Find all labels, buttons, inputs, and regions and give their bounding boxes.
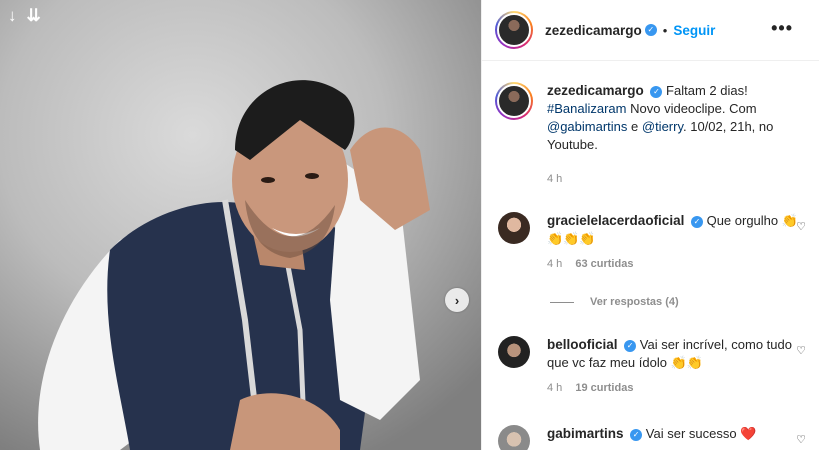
verified-badge-icon: ✓ — [650, 85, 663, 98]
commenter-avatar[interactable] — [498, 212, 530, 244]
caption-text: Faltam 2 dias! — [666, 83, 748, 98]
author-username[interactable]: zezedicamargo — [545, 23, 642, 38]
caption-avatar[interactable] — [495, 82, 533, 120]
comment-username[interactable]: gracielelacerdaoficial — [547, 213, 684, 228]
mention-link[interactable]: @tierry — [642, 119, 683, 134]
verified-badge-icon: ✓ — [630, 428, 643, 441]
post-image[interactable]: ↓ ⇊ › — [0, 0, 481, 450]
verified-badge-icon: ✓ — [644, 24, 657, 36]
caption-username[interactable]: zezedicamargo — [547, 83, 644, 98]
next-image-button[interactable]: › — [445, 288, 469, 312]
follow-button[interactable]: Seguir — [673, 23, 715, 38]
post-caption: zezedicamargo ✓ Faltam 2 dias! #Banaliza… — [495, 82, 795, 188]
mention-link[interactable]: @gabimartins — [547, 119, 627, 134]
comment-time[interactable]: 4 h — [547, 258, 562, 270]
post-side-panel: zezedicamargo ✓ • Seguir ••• zezedicamar… — [481, 0, 819, 450]
comment-likes[interactable]: 63 curtidas — [575, 258, 633, 270]
post-header: zezedicamargo ✓ • Seguir ••• — [482, 0, 819, 61]
comment-likes[interactable]: 19 curtidas — [575, 382, 633, 394]
comment-username[interactable]: bellooficial — [547, 337, 618, 352]
view-replies-button[interactable]: Ver respostas (4) — [550, 296, 679, 308]
view-replies-label: Ver respostas (4) — [590, 296, 679, 308]
commenter-avatar[interactable] — [498, 425, 530, 450]
comment-meta: 4 h 63 curtidas — [547, 258, 808, 270]
verified-badge-icon: ✓ — [690, 215, 703, 228]
comment-item: gracielelacerdaoficial ✓ Que orgulho 👏👏👏… — [498, 212, 808, 270]
verified-badge-icon: ✓ — [624, 339, 637, 352]
comment-item: bellooficial ✓ Vai ser incrível, como tu… — [498, 336, 808, 394]
caption-text: Novo videoclipe. Com — [626, 101, 757, 116]
commenter-avatar[interactable] — [498, 336, 530, 368]
separator: • — [662, 22, 668, 38]
caption-text: e — [627, 119, 642, 134]
caption-time[interactable]: 4 h — [547, 170, 795, 188]
double-arrow-down-icon[interactable]: ⇊ — [27, 6, 41, 26]
author-avatar[interactable] — [495, 11, 533, 49]
replies-divider — [550, 301, 574, 303]
comment-text: Vai ser sucesso ❤️ — [645, 426, 757, 441]
arrow-down-icon[interactable]: ↓ — [8, 6, 17, 26]
comment-username[interactable]: gabimartins — [547, 426, 624, 441]
like-heart-icon[interactable]: ♡ — [796, 433, 806, 446]
comment-item: gabimartins ✓ Vai ser sucesso ❤️ ♡ — [498, 425, 808, 450]
like-heart-icon[interactable]: ♡ — [796, 220, 806, 233]
post-photo-illustration — [0, 0, 481, 450]
comment-time[interactable]: 4 h — [547, 382, 562, 394]
hashtag-link[interactable]: #Banalizaram — [547, 101, 627, 116]
chevron-right-icon: › — [454, 292, 460, 308]
comment-meta: 4 h 19 curtidas — [547, 382, 808, 394]
like-heart-icon[interactable]: ♡ — [796, 344, 806, 357]
more-options-button[interactable]: ••• — [771, 18, 793, 39]
